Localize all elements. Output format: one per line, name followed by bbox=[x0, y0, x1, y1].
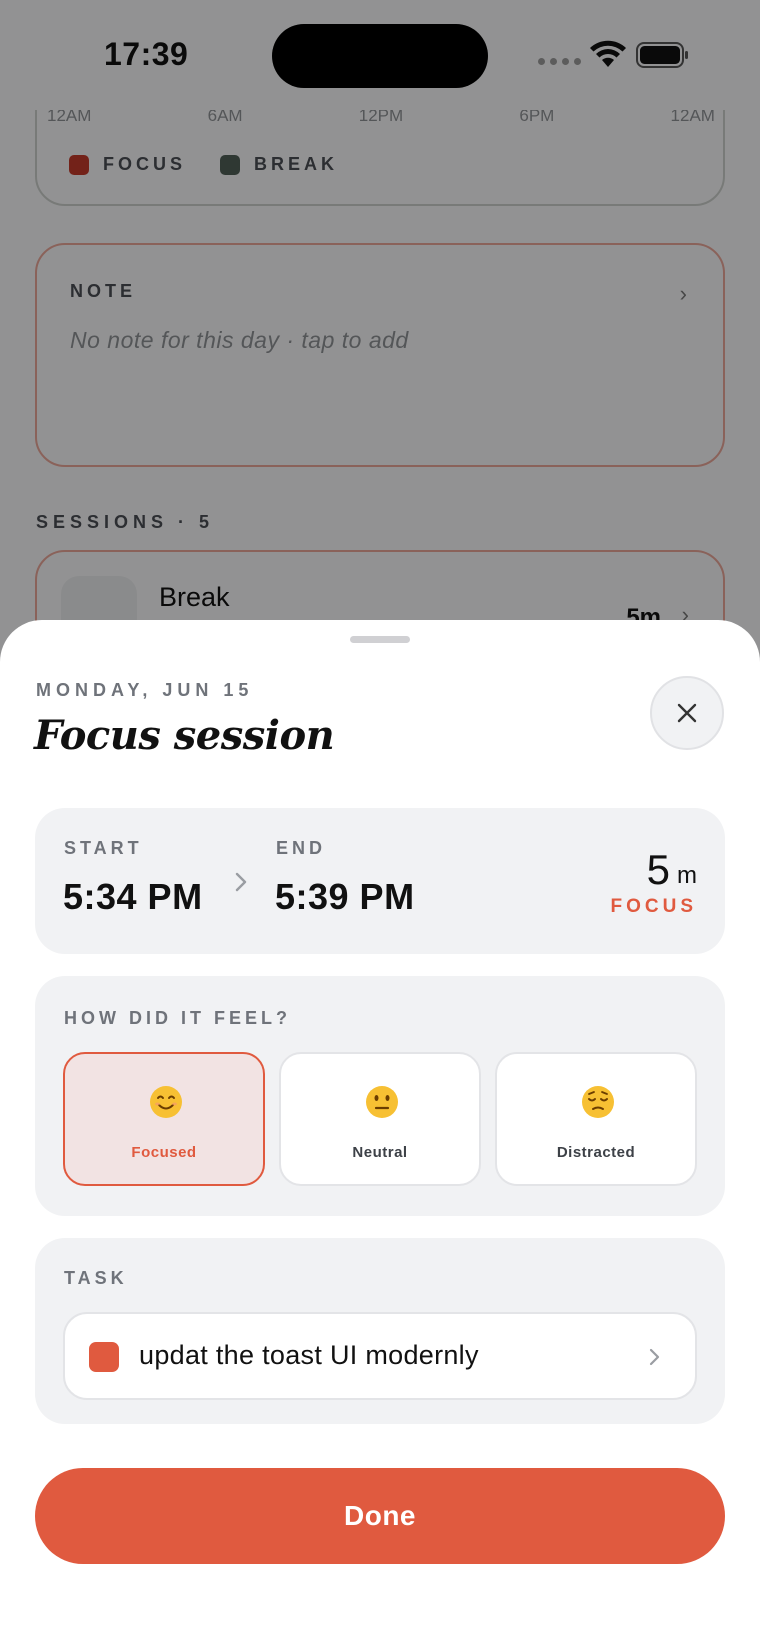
duration-value: 5 bbox=[646, 846, 670, 893]
feel-option-label: Focused bbox=[131, 1144, 197, 1161]
sheet-title: Focus session bbox=[34, 712, 335, 759]
task-name: updat the toast UI modernly bbox=[139, 1340, 479, 1370]
feel-option-distracted[interactable]: Distracted bbox=[495, 1052, 697, 1186]
session-type-badge: FOCUS bbox=[610, 896, 697, 917]
session-detail-sheet: MONDAY, JUN 15 Focus session START 5:34 … bbox=[0, 620, 760, 1651]
close-icon bbox=[677, 703, 697, 723]
smiling-face-icon bbox=[150, 1086, 182, 1118]
done-button[interactable]: Done bbox=[35, 1468, 725, 1564]
time-range-panel: START 5:34 PM END 5:39 PM 5 m FOCUS bbox=[35, 808, 725, 954]
feel-label: HOW DID IT FEEL? bbox=[64, 1008, 291, 1028]
feel-option-neutral[interactable]: Neutral bbox=[279, 1052, 481, 1186]
task-panel: TASK updat the toast UI modernly bbox=[35, 1238, 725, 1424]
chevron-right-icon bbox=[235, 872, 247, 892]
chevron-right-icon bbox=[649, 1348, 660, 1366]
end-time[interactable]: 5:39 PM bbox=[275, 876, 415, 918]
duration-unit: m bbox=[677, 862, 697, 889]
close-button[interactable] bbox=[650, 676, 724, 750]
task-color-swatch bbox=[89, 1342, 119, 1372]
start-time[interactable]: 5:34 PM bbox=[63, 876, 203, 918]
neutral-face-icon bbox=[366, 1086, 398, 1118]
feel-option-label: Distracted bbox=[556, 1144, 636, 1161]
feel-option-focused[interactable]: Focused bbox=[63, 1052, 265, 1186]
feel-option-label: Neutral bbox=[352, 1144, 408, 1161]
start-label: START bbox=[64, 838, 143, 858]
feel-panel: HOW DID IT FEEL? Focused Neutral Distrac… bbox=[35, 976, 725, 1216]
sheet-grabber[interactable] bbox=[350, 636, 410, 643]
session-date: MONDAY, JUN 15 bbox=[36, 680, 254, 700]
pensive-face-icon bbox=[582, 1086, 614, 1118]
task-selector[interactable]: updat the toast UI modernly bbox=[63, 1312, 697, 1400]
end-label: END bbox=[276, 838, 327, 858]
task-label: TASK bbox=[64, 1268, 128, 1288]
